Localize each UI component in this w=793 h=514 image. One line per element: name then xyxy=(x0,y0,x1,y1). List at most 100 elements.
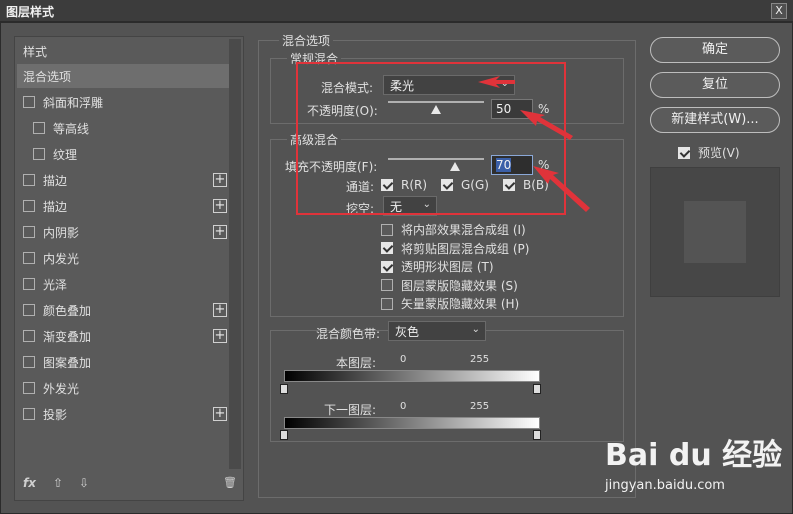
style-item-label: 内阴影 xyxy=(43,225,80,240)
style-item[interactable]: 外发光 xyxy=(17,376,229,400)
style-item-label: 图案叠加 xyxy=(43,355,92,370)
this-layer-label: 本图层: xyxy=(336,356,377,370)
style-item[interactable]: 内阴影 + xyxy=(17,220,229,244)
checkbox-icon[interactable] xyxy=(23,278,35,290)
advanced-option-label: 将内部效果混合成组 (I) xyxy=(401,223,526,237)
title-bar: 图层样式 X xyxy=(0,0,793,22)
this-layer-max: 255 xyxy=(470,354,490,365)
checkbox-icon xyxy=(381,223,393,236)
checkbox-icon[interactable] xyxy=(23,174,35,186)
style-item-label: 光泽 xyxy=(43,277,68,292)
style-item[interactable]: 斜面和浮雕 xyxy=(17,90,229,114)
style-item[interactable]: 描边 + xyxy=(17,194,229,218)
style-item-label: 纹理 xyxy=(53,147,78,162)
ok-button[interactable]: 确定 xyxy=(650,37,780,63)
advanced-option-label: 矢量蒙版隐藏效果 (H) xyxy=(401,297,520,311)
style-item[interactable]: 内发光 xyxy=(17,246,229,270)
checkbox-icon[interactable] xyxy=(23,408,35,420)
checkbox-icon xyxy=(381,279,393,291)
style-item-label: 颜色叠加 xyxy=(43,303,92,318)
this-layer-white-stop[interactable] xyxy=(533,384,541,394)
style-item[interactable]: 纹理 xyxy=(17,142,229,166)
fx-icon[interactable]: fx xyxy=(23,476,36,490)
underlying-layer-label: 下一图层: xyxy=(324,403,377,417)
this-layer-gradient xyxy=(284,370,540,382)
watermark-url: jingyan.baidu.com xyxy=(605,478,725,493)
checkbox-icon[interactable] xyxy=(23,382,35,394)
checkbox-icon[interactable] xyxy=(33,148,45,160)
window-title: 图层样式 xyxy=(6,5,55,19)
advanced-option-label: 图层蒙版隐藏效果 (S) xyxy=(401,278,518,293)
advanced-option-checkbox[interactable]: 将内部效果混合成组 (I) xyxy=(381,221,526,238)
preview-checkbox[interactable]: 预览(V) xyxy=(678,144,740,161)
style-item[interactable]: 图案叠加 xyxy=(17,350,229,374)
checkbox-icon[interactable] xyxy=(23,226,35,238)
underlying-max: 255 xyxy=(470,401,490,412)
style-item-label: 投影 xyxy=(43,407,68,422)
preview-inner-swatch xyxy=(684,201,746,263)
checkbox-icon[interactable] xyxy=(23,356,35,368)
advanced-option-label: 将剪贴图层混合成组 (P) xyxy=(401,241,530,256)
style-item[interactable]: 混合选项 xyxy=(17,64,229,88)
style-item[interactable]: 光泽 xyxy=(17,272,229,296)
baidu-watermark: Bai du 经验 jingyan.baidu.com xyxy=(605,430,783,493)
annotation-rectangle xyxy=(296,62,566,215)
style-item[interactable]: 颜色叠加 + xyxy=(17,298,229,322)
checkbox-icon xyxy=(381,297,393,310)
style-item-label: 外发光 xyxy=(43,381,80,396)
baidu-logo: Bai du 经验 xyxy=(605,438,783,473)
style-item-label: 描边 xyxy=(43,199,68,214)
reset-button[interactable]: 复位 xyxy=(650,72,780,98)
blend-if-label: 混合颜色带: xyxy=(316,327,381,341)
add-icon[interactable]: + xyxy=(213,173,227,187)
underlying-black-stop[interactable] xyxy=(280,430,288,440)
style-item[interactable]: 描边 + xyxy=(17,168,229,192)
move-up-icon[interactable]: ⇧ xyxy=(53,476,63,490)
style-item-label: 斜面和浮雕 xyxy=(43,95,104,110)
chevron-down-icon: ⌄ xyxy=(471,324,480,335)
style-item-label: 渐变叠加 xyxy=(43,329,92,344)
styles-scrollbar[interactable] xyxy=(229,39,241,469)
style-item[interactable]: 等高线 xyxy=(17,116,229,140)
checkbox-icon[interactable] xyxy=(23,200,35,212)
style-item[interactable]: 投影 + xyxy=(17,402,229,426)
checkbox-icon xyxy=(678,146,690,159)
style-item-label: 混合选项 xyxy=(23,69,72,84)
preview-swatch xyxy=(650,167,780,297)
checkbox-icon xyxy=(381,260,393,273)
checkbox-icon[interactable] xyxy=(23,96,35,108)
add-icon[interactable]: + xyxy=(213,303,227,317)
close-button[interactable]: X xyxy=(771,3,787,19)
advanced-option-label: 透明形状图层 (T) xyxy=(401,260,494,274)
trash-icon[interactable]: 🗑 xyxy=(223,476,237,489)
checkbox-icon[interactable] xyxy=(23,330,35,342)
underlying-white-stop[interactable] xyxy=(533,430,541,440)
checkbox-icon[interactable] xyxy=(23,252,35,264)
add-icon[interactable]: + xyxy=(213,199,227,213)
move-down-icon[interactable]: ⇩ xyxy=(79,476,89,490)
style-item[interactable]: 渐变叠加 + xyxy=(17,324,229,348)
styles-panel: 样式 混合选项 斜面和浮雕 等高线 纹理 描边 + 描边 + 内阴影 + 内发光 光泽 颜色叠加 + 渐变叠… xyxy=(14,36,244,501)
this-layer-black-stop[interactable] xyxy=(280,384,288,394)
advanced-option-checkbox[interactable]: 图层蒙版隐藏效果 (S) xyxy=(381,277,518,294)
blend-options-title: 混合选项 xyxy=(279,32,334,49)
advanced-option-checkbox[interactable]: 将剪贴图层混合成组 (P) xyxy=(381,240,529,257)
styles-footer: fx ⇧ ⇩ 🗑 xyxy=(21,474,239,494)
checkbox-icon[interactable] xyxy=(33,122,45,134)
checkbox-icon xyxy=(381,242,393,254)
underlying-min: 0 xyxy=(400,401,407,412)
checkbox-icon[interactable] xyxy=(23,304,35,316)
style-item-label: 等高线 xyxy=(53,121,90,136)
advanced-option-checkbox[interactable]: 矢量蒙版隐藏效果 (H) xyxy=(381,295,519,312)
new-style-button[interactable]: 新建样式(W)... xyxy=(650,107,780,133)
add-icon[interactable]: + xyxy=(213,329,227,343)
add-icon[interactable]: + xyxy=(213,225,227,239)
style-item-label: 内发光 xyxy=(43,251,80,266)
style-item-label: 描边 xyxy=(43,173,68,188)
this-layer-min: 0 xyxy=(400,354,407,365)
add-icon[interactable]: + xyxy=(213,407,227,421)
underlying-gradient xyxy=(284,417,540,429)
blend-if-select[interactable]: 灰色 ⌄ xyxy=(388,321,486,341)
advanced-option-checkbox[interactable]: 透明形状图层 (T) xyxy=(381,258,494,275)
styles-header: 样式 xyxy=(23,44,48,59)
